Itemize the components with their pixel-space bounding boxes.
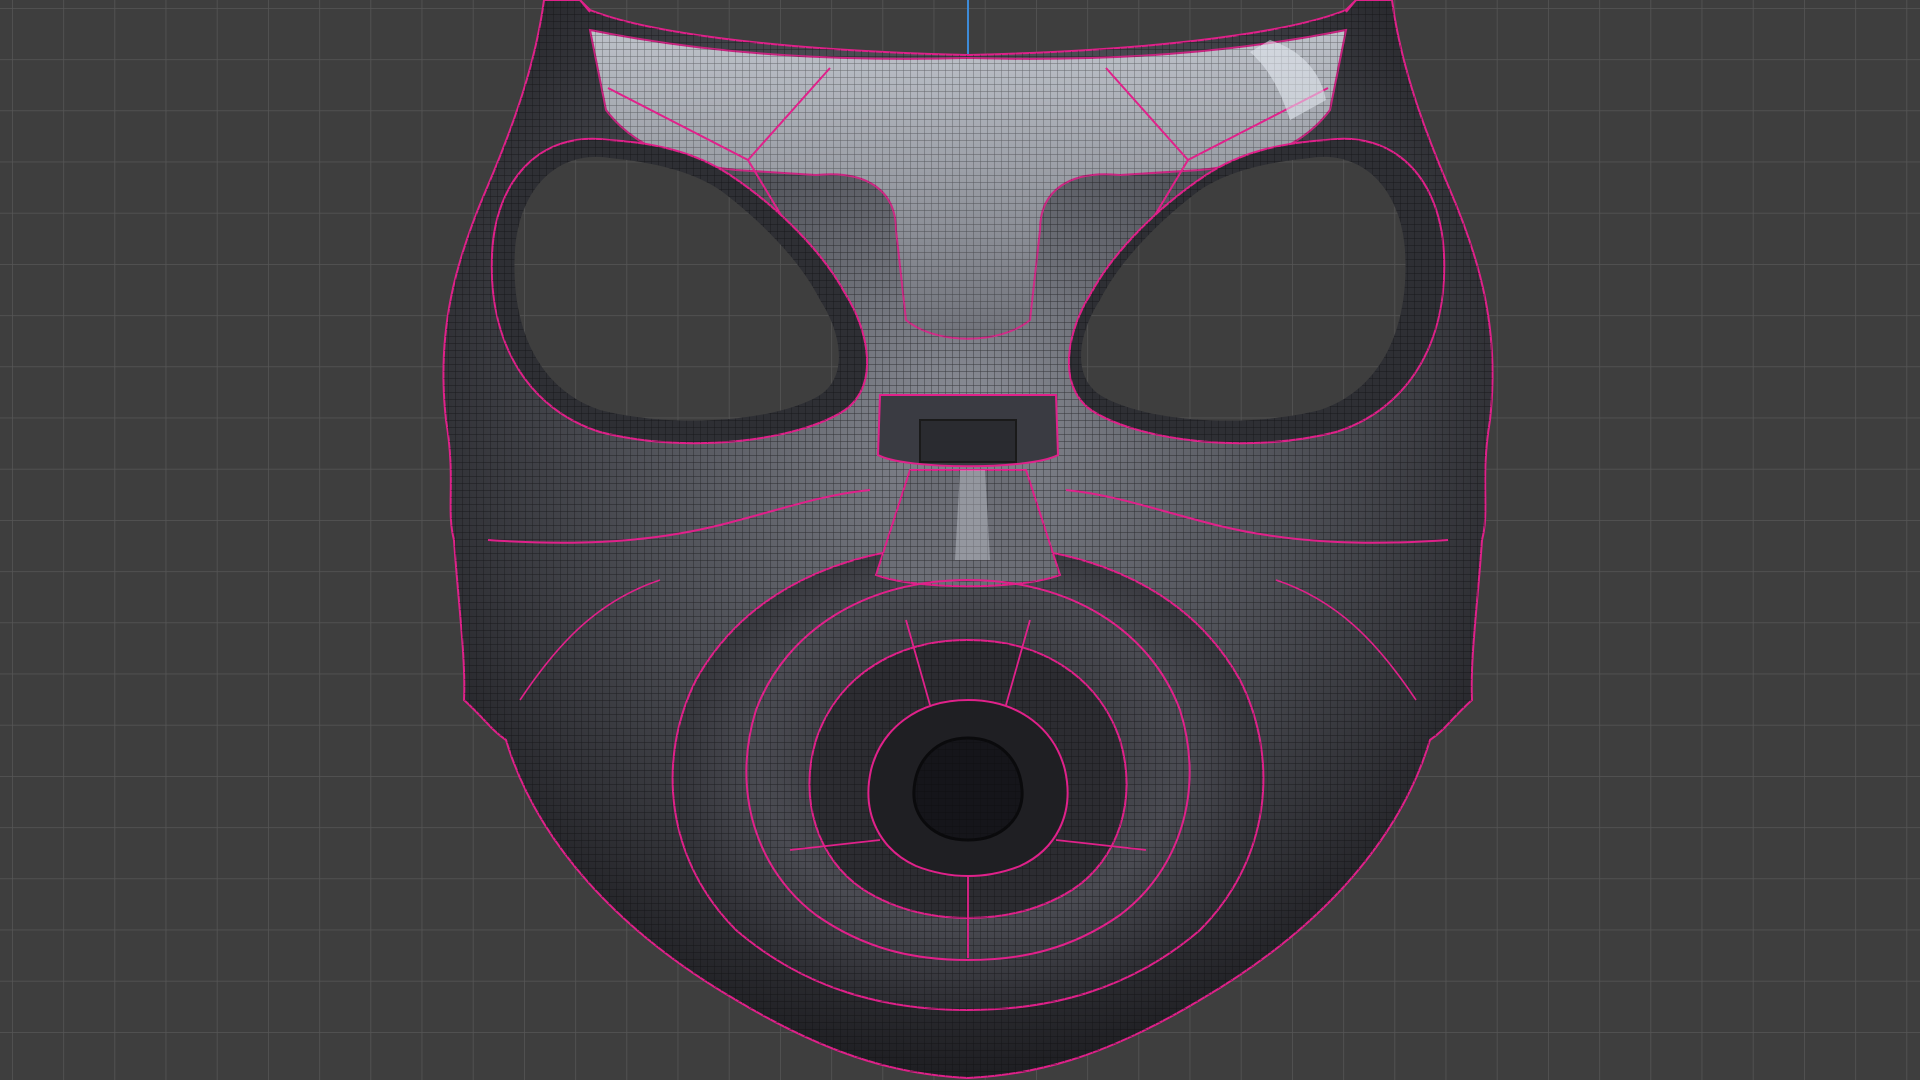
nose-bridge-plate [919, 419, 1017, 463]
filter-port-wire [913, 738, 1023, 840]
viewport-canvas[interactable] [0, 0, 1920, 1080]
nose-highlight [955, 470, 990, 560]
3d-viewport[interactable] [0, 0, 1920, 1080]
